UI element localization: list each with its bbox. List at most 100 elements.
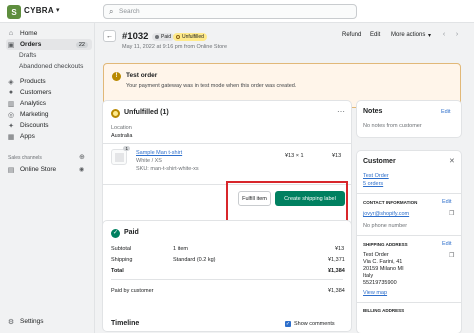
address-line: 20159 Milano MI: [363, 266, 404, 272]
paid-status-badge: Paid: [152, 33, 175, 41]
sidebar-item-customers[interactable]: ● Customers: [6, 87, 92, 98]
divider: [357, 193, 461, 194]
product-thumbnail: 1: [111, 146, 130, 165]
gear-icon: ⚙: [7, 318, 15, 326]
paid-by-label: Paid by customer: [111, 288, 154, 294]
sidebar-item-drafts[interactable]: Drafts: [6, 50, 92, 61]
eye-icon[interactable]: ◉: [79, 166, 84, 173]
customer-name-link[interactable]: Test Order: [363, 173, 389, 179]
address-line: 55219735900: [363, 280, 397, 286]
paid-badge-label: Paid: [161, 34, 172, 40]
back-arrow-icon[interactable]: ←: [103, 30, 116, 42]
subtotal-detail: 1 item: [173, 246, 188, 252]
subtotal-amount: ¥13: [335, 246, 345, 252]
sidebar-item-analytics[interactable]: ▥ Analytics: [6, 98, 92, 109]
page-title: #1032: [122, 31, 149, 42]
close-icon[interactable]: ✕: [449, 157, 455, 165]
copy-icon[interactable]: ❐: [449, 210, 454, 217]
shipping-amount: ¥1,371: [328, 257, 345, 263]
view-map-link[interactable]: View map: [363, 290, 387, 296]
chevron-down-icon[interactable]: ▾: [428, 32, 431, 39]
shipping-detail: Standard (0.2 kg): [173, 257, 216, 263]
unfulfilled-title: Unfulfilled (1): [124, 109, 169, 116]
sidebar-item-label: Abandoned checkouts: [19, 63, 84, 70]
more-actions-button[interactable]: More actions: [391, 32, 425, 38]
sidebar-item-apps[interactable]: ▦ Apps: [6, 131, 92, 142]
sidebar-item-settings[interactable]: ⚙ Settings: [6, 316, 92, 327]
divider: [103, 143, 351, 144]
location-label: Location: [111, 125, 132, 131]
sidebar-item-label: Apps: [20, 133, 35, 140]
location-value: Australia: [111, 133, 133, 139]
customer-email[interactable]: jovyr@shopify.com: [363, 211, 409, 217]
payment-title: Paid: [124, 229, 139, 236]
customer-orders-link[interactable]: 5 orders: [363, 181, 383, 187]
refund-button[interactable]: Refund: [342, 32, 361, 38]
paid-dot-icon: [155, 35, 159, 39]
check-icon: ✓: [111, 229, 120, 238]
sidebar-item-abandoned-checkouts[interactable]: Abandoned checkouts: [6, 61, 92, 72]
sidebar-item-label: Orders: [20, 41, 42, 48]
store-icon: ▤: [7, 166, 15, 174]
notes-edit-link[interactable]: Edit: [441, 109, 450, 115]
home-icon: ⌂: [8, 30, 14, 37]
search-input[interactable]: ⌕ Search: [103, 4, 357, 19]
sidebar-item-marketing[interactable]: ◎ Marketing: [6, 109, 92, 120]
product-sku: SKU: man-t-shirt-white-xs: [136, 166, 199, 172]
chevron-down-icon[interactable]: ▾: [56, 6, 60, 14]
unfulfilled-status-icon: [111, 109, 120, 118]
analytics-icon: ▥: [7, 100, 15, 108]
sidebar-item-products[interactable]: ◈ Products: [6, 76, 92, 87]
product-link[interactable]: Sample Man t-shirt: [136, 150, 182, 156]
shipping-address-label: SHIPPING ADDRESS: [363, 242, 408, 247]
customer-phone: No phone number: [363, 223, 408, 229]
products-icon: ◈: [8, 78, 14, 86]
main-content: ← #1032 Paid Unfulfilled May 11, 2022 at…: [95, 23, 474, 333]
sidebar-item-orders[interactable]: ▣ Orders 22: [6, 39, 92, 50]
paid-by-amount: ¥1,384: [328, 288, 345, 294]
show-comments-label: Show comments: [294, 321, 335, 327]
notes-card: Notes Edit No notes from customer: [357, 101, 461, 137]
address-line: Italy: [363, 273, 374, 279]
next-order-icon[interactable]: ›: [452, 31, 462, 42]
divider: [111, 279, 343, 280]
contact-edit-link[interactable]: Edit: [442, 199, 451, 205]
order-date: May 11, 2022 at 9:16 pm from Online Stor…: [122, 44, 228, 50]
shipping-label: Shipping: [111, 257, 133, 263]
sidebar-item-label: Settings: [20, 318, 44, 325]
divider: [357, 235, 461, 236]
sidebar-item-label: Home: [20, 30, 38, 37]
unfulfilled-status-badge: Unfulfilled: [173, 33, 207, 41]
sidebar-item-label: Marketing: [20, 111, 49, 118]
divider: [357, 302, 461, 303]
search-icon: ⌕: [109, 7, 114, 16]
total-amount: ¥1,384: [328, 268, 345, 274]
sidebar-item-label: Analytics: [20, 100, 47, 107]
unfulfilled-badge-label: Unfulfilled: [182, 34, 204, 40]
apps-icon: ▦: [7, 133, 15, 141]
orders-icon: ▣: [7, 41, 15, 49]
top-bar: S CYBRA ▾ ⌕ Search: [0, 0, 474, 23]
marketing-icon: ◎: [7, 111, 15, 119]
sidebar-item-label: Drafts: [19, 52, 37, 59]
unfulfilled-dot-icon: [176, 35, 180, 39]
warning-icon: !: [112, 72, 121, 81]
shipping-edit-link[interactable]: Edit: [442, 241, 451, 247]
sidebar-item-discounts[interactable]: ✦ Discounts: [6, 120, 92, 131]
ellipsis-icon[interactable]: ⋯: [337, 107, 345, 116]
previous-order-icon[interactable]: ‹: [439, 31, 449, 42]
sidebar-item-label: Customers: [20, 89, 52, 96]
edit-order-button[interactable]: Edit: [370, 32, 380, 38]
add-channel-plus-icon[interactable]: ⊕: [79, 153, 85, 161]
total-label: Total: [111, 268, 124, 274]
show-comments-checkbox[interactable]: ✓: [285, 321, 291, 327]
banner-title: Test order: [126, 72, 158, 79]
copy-icon[interactable]: ❐: [449, 252, 454, 259]
notes-title: Notes: [363, 108, 383, 115]
sidebar-item-home[interactable]: ⌂ Home: [6, 28, 92, 39]
store-name[interactable]: CYBRA: [24, 6, 54, 15]
notes-empty: No notes from customer: [363, 123, 422, 129]
sidebar-item-label: Discounts: [20, 122, 49, 129]
customer-card: Customer ✕ Test Order 5 orders CONTACT I…: [357, 151, 461, 333]
shopify-logo-icon[interactable]: S: [7, 5, 21, 19]
